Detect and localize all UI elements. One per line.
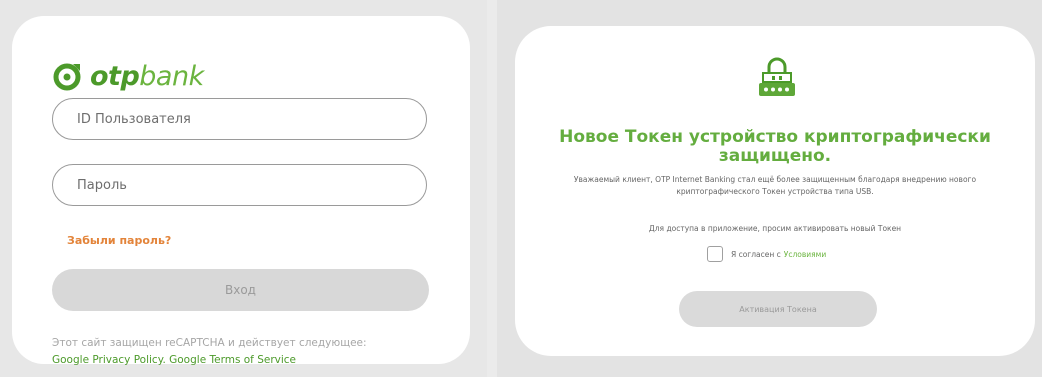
agree-text: Я согласен с — [731, 249, 781, 259]
token-panel: Новое Токен устройство криптографически … — [497, 0, 1042, 377]
agree-row: Я согласен с Условиями — [707, 246, 826, 262]
token-title: Новое Токен устройство криптографически … — [559, 127, 991, 166]
login-button[interactable]: Вход — [52, 269, 429, 311]
password-field[interactable] — [52, 164, 427, 206]
user-id-input[interactable] — [53, 99, 426, 139]
captcha-text: Этот сайт защищен reCAPTCHA и действует … — [52, 337, 367, 349]
activate-token-button[interactable]: Активация Токена — [679, 291, 877, 327]
terms-of-service-link[interactable]: Google Terms of Service — [169, 354, 296, 366]
forgot-password-link[interactable]: Забыли пароль? — [67, 234, 171, 247]
token-access-text: Для доступа в приложение, просим активир… — [648, 224, 902, 233]
agree-checkbox[interactable] — [707, 246, 723, 262]
login-card: otpbank Забыли пароль? Вход Этот сайт за… — [12, 16, 470, 366]
captcha-notice: Этот сайт защищен reCAPTCHA и действует … — [52, 335, 452, 369]
logo-text-otp: otp — [90, 60, 140, 92]
logo-text-bank: bank — [139, 60, 204, 92]
terms-link[interactable]: Условиями — [784, 250, 826, 259]
token-description: Уважаемый клиент, OTP Internet Banking с… — [573, 175, 977, 196]
captcha-links: Google Privacy Policy. Google Terms of S… — [52, 354, 297, 366]
password-input[interactable] — [53, 165, 426, 205]
login-panel: otpbank Забыли пароль? Вход Этот сайт за… — [0, 0, 487, 377]
user-id-field[interactable] — [52, 98, 427, 140]
otpbank-logo: otp bank — [52, 56, 204, 96]
token-card: Новое Токен устройство криптографически … — [515, 26, 1035, 356]
lock-usb-icon — [759, 57, 795, 96]
privacy-policy-link[interactable]: Google Privacy Policy — [52, 354, 162, 366]
otp-logo-icon — [53, 63, 81, 91]
